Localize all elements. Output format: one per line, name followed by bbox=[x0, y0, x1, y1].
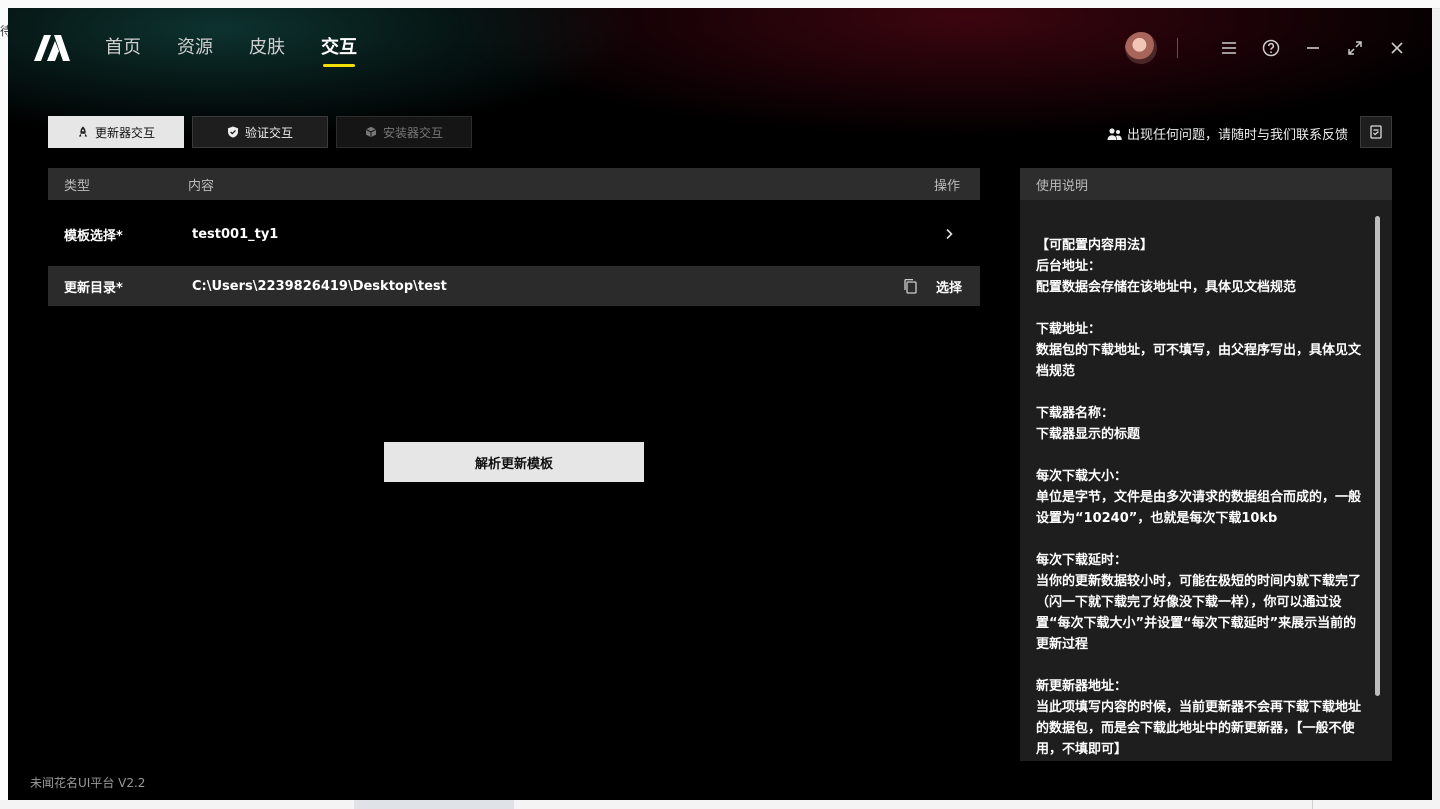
nav-interaction[interactable]: 交互 bbox=[321, 36, 357, 67]
subtab-installer[interactable]: 安装器交互 bbox=[336, 116, 472, 148]
row-value: C:\Users\2239826419\Desktop\test bbox=[192, 278, 447, 294]
contact-users-icon bbox=[1107, 127, 1122, 140]
subtab-verify[interactable]: 验证交互 bbox=[192, 116, 328, 148]
table-header: 类型 内容 操作 bbox=[48, 168, 980, 200]
desktop-background-left: 待 bbox=[0, 8, 8, 808]
help-icon[interactable] bbox=[1260, 37, 1282, 59]
help-line: 每次下载大小： bbox=[1036, 469, 1128, 484]
background-text-fragment: 待 bbox=[0, 24, 8, 38]
subtab-updater[interactable]: 更新器交互 bbox=[48, 116, 184, 148]
help-line: 【可配置内容用法】 bbox=[1036, 238, 1154, 253]
row-value: test001_ty1 bbox=[192, 226, 279, 242]
select-directory-button[interactable]: 选择 bbox=[936, 277, 962, 296]
subtab-installer-label: 安装器交互 bbox=[382, 125, 443, 140]
user-avatar[interactable] bbox=[1125, 32, 1157, 64]
help-line: 下载器名称： bbox=[1036, 406, 1115, 421]
header-type: 类型 bbox=[64, 178, 91, 194]
subtab-verify-label: 验证交互 bbox=[244, 125, 293, 140]
help-line: 下载器显示的标题 bbox=[1036, 427, 1141, 442]
close-icon[interactable] bbox=[1386, 37, 1408, 59]
subtab-updater-label: 更新器交互 bbox=[94, 125, 155, 140]
help-spacer bbox=[1036, 529, 1368, 550]
config-table: 类型 内容 操作 模板选择* test001_ty1 更新目录* C:\User… bbox=[48, 168, 980, 306]
shield-check-icon bbox=[227, 126, 238, 138]
help-spacer bbox=[1036, 655, 1368, 676]
row-type: 模板选择* bbox=[64, 228, 123, 244]
feedback-text: 出现任何问题，请随时与我们联系反馈 bbox=[1126, 128, 1348, 143]
nav-skins[interactable]: 皮肤 bbox=[249, 36, 285, 66]
menu-icon[interactable] bbox=[1218, 37, 1240, 59]
divider bbox=[1177, 38, 1178, 58]
feedback-link[interactable]: 出现任何问题，请随时与我们联系反馈 bbox=[1107, 124, 1348, 143]
version-label: 未闻花名UI平台 V2.2 bbox=[30, 776, 146, 790]
feedback-form-icon bbox=[1370, 125, 1382, 139]
interaction-subtabs: 更新器交互 验证交互 安装器交互 bbox=[48, 116, 472, 148]
help-spacer bbox=[1036, 382, 1368, 403]
rocket-icon bbox=[78, 126, 88, 137]
table-row-template[interactable]: 模板选择* test001_ty1 bbox=[48, 214, 980, 254]
nav-home[interactable]: 首页 bbox=[105, 36, 141, 66]
nav-resources[interactable]: 资源 bbox=[177, 36, 213, 66]
help-line: 数据包的下载地址，可不填写，由父程序写出，具体见文档规范 bbox=[1036, 343, 1362, 379]
help-line: 下载地址： bbox=[1036, 322, 1102, 337]
help-line: 每次下载延时： bbox=[1036, 553, 1128, 568]
help-panel-title: 使用说明 bbox=[1020, 168, 1392, 200]
row-type: 更新目录* bbox=[64, 280, 123, 296]
main-nav: 首页 资源 皮肤 交互 bbox=[105, 36, 357, 67]
help-line: 后台地址： bbox=[1036, 259, 1102, 274]
help-line: 新更新器地址： bbox=[1036, 679, 1128, 694]
help-line: 单位是字节，文件是由多次请求的数据组合而成的，一般设置为“10240”，也就是每… bbox=[1036, 490, 1362, 526]
help-scrollbar[interactable] bbox=[1375, 216, 1380, 696]
feedback-button[interactable] bbox=[1360, 116, 1392, 148]
app-logo-icon bbox=[34, 35, 70, 61]
help-spacer bbox=[1036, 445, 1368, 466]
help-spacer bbox=[1036, 298, 1368, 319]
help-line: 当你的更新数据较小时，可能在极短的时间内就下载完了（闪一下就下载完了好像没下载一… bbox=[1036, 574, 1362, 652]
desktop-taskbar bbox=[0, 800, 1440, 809]
maximize-icon[interactable] bbox=[1344, 37, 1366, 59]
header-action: 操作 bbox=[933, 178, 960, 194]
help-line: 当此项填写内容的时候，当前更新器不会再下载下载地址的数据包，而是会下载此地址中的… bbox=[1036, 700, 1362, 757]
parse-template-button[interactable]: 解析更新模板 bbox=[384, 442, 644, 482]
minimize-icon[interactable] bbox=[1302, 37, 1324, 59]
chevron-right-icon[interactable] bbox=[942, 227, 956, 241]
box-icon bbox=[365, 126, 377, 138]
copy-icon[interactable] bbox=[902, 278, 918, 294]
app-window: 首页 资源 皮肤 交互 更新器交互 验证交互 安装器交互 出现任何问题，请随时与… bbox=[8, 8, 1432, 800]
window-controls bbox=[1125, 32, 1408, 64]
table-row-directory: 更新目录* C:\Users\2239826419\Desktop\test 选… bbox=[48, 266, 980, 306]
help-panel: 使用说明 【可配置内容用法】 后台地址： 配置数据会存储在该地址中，具体见文档规范下… bbox=[1020, 168, 1392, 761]
help-line: 配置数据会存储在该地址中，具体见文档规范 bbox=[1036, 280, 1297, 295]
help-text: 【可配置内容用法】 后台地址： 配置数据会存储在该地址中，具体见文档规范 下载地址： 数… bbox=[1036, 235, 1368, 760]
header-content: 内容 bbox=[188, 178, 215, 194]
